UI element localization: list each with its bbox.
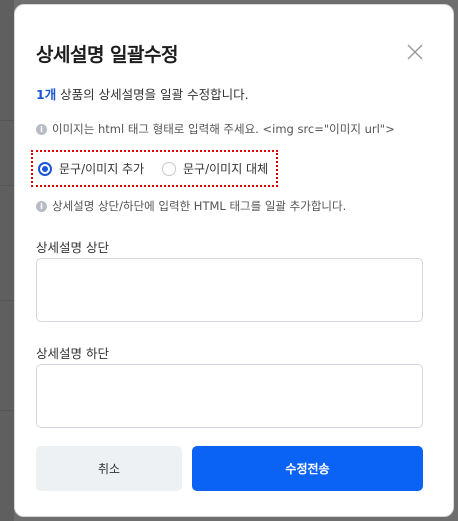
background-divider — [0, 185, 14, 186]
image-tag-note: i 이미지는 html 태그 형태로 입력해 주세요. <img src="이미… — [36, 121, 395, 137]
dialog-title: 상세설명 일괄수정 — [36, 44, 178, 66]
bulk-edit-dialog: 상세설명 일괄수정 1개 상품의 상세설명을 일괄 수정합니다. i 이미지는 … — [14, 4, 454, 517]
radio-selected-indicator — [38, 161, 52, 176]
bottom-description-label: 상세설명 하단 — [36, 346, 109, 361]
selected-count: 1개 — [36, 87, 57, 102]
top-description-input[interactable] — [36, 258, 423, 322]
html-append-note-text: 상세설명 상단/하단에 입력한 HTML 태그를 일괄 추가합니다. — [52, 199, 347, 213]
background-divider — [0, 410, 14, 411]
intro-text: 1개 상품의 상세설명을 일괄 수정합니다. — [36, 84, 249, 103]
background-list-edge — [0, 0, 14, 521]
html-append-note: i 상세설명 상단/하단에 입력한 HTML 태그를 일괄 추가합니다. — [36, 198, 346, 214]
radio-unselected-indicator — [162, 161, 176, 176]
top-description-label: 상세설명 상단 — [36, 240, 109, 255]
background-divider — [0, 300, 14, 301]
close-button[interactable] — [405, 42, 425, 62]
background-divider — [0, 120, 14, 121]
info-icon: i — [36, 123, 47, 135]
submit-button[interactable]: 수정전송 — [192, 446, 423, 491]
intro-message: 상품의 상세설명을 일괄 수정합니다. — [56, 87, 249, 102]
image-tag-note-text: 이미지는 html 태그 형태로 입력해 주세요. <img src="이미지 … — [52, 122, 395, 136]
cancel-button[interactable]: 취소 — [36, 446, 182, 491]
radio-add-content[interactable]: 문구/이미지 추가 — [38, 160, 144, 177]
radio-add-label: 문구/이미지 추가 — [59, 162, 145, 176]
radio-replace-content[interactable]: 문구/이미지 대체 — [162, 160, 268, 177]
info-icon: i — [36, 200, 47, 212]
radio-replace-label: 문구/이미지 대체 — [183, 162, 269, 176]
bottom-description-input[interactable] — [36, 364, 423, 428]
close-icon — [407, 44, 423, 60]
